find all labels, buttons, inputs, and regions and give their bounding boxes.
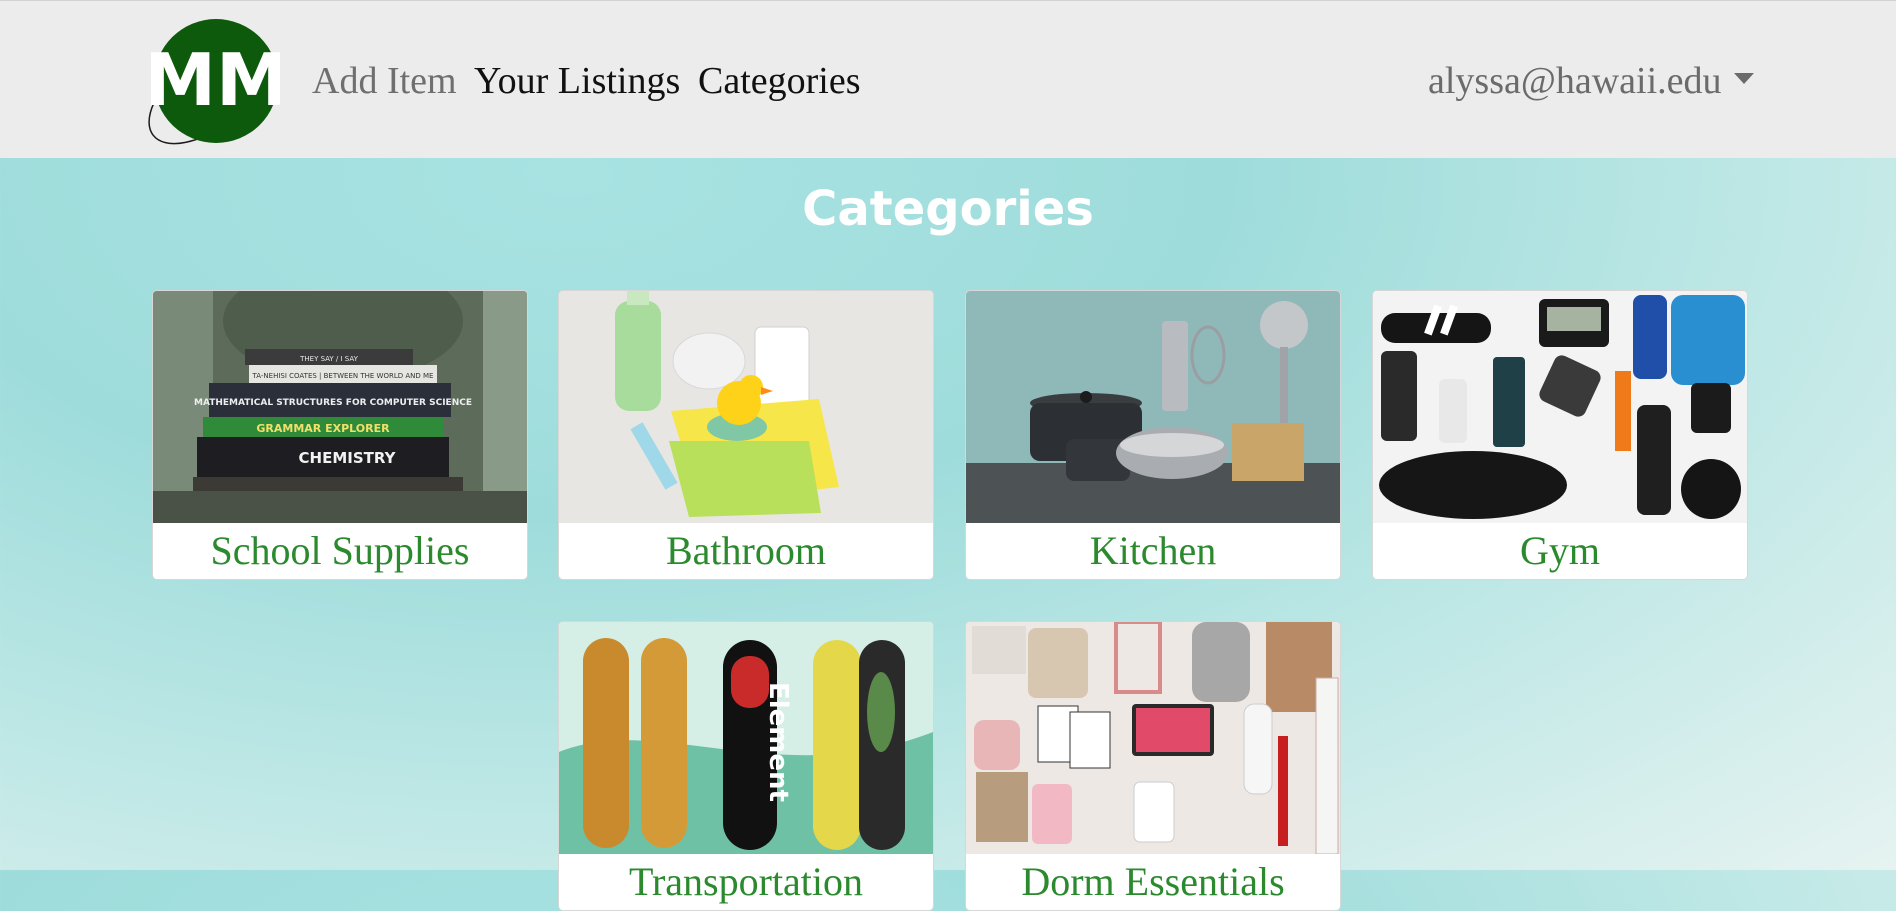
dorm-essentials-image <box>966 622 1340 854</box>
kitchen-image <box>966 291 1340 523</box>
svg-text:GRAMMAR EXPLORER: GRAMMAR EXPLORER <box>256 422 390 435</box>
svg-text:Element: Element <box>763 682 793 802</box>
category-card-bathroom[interactable]: Bathroom <box>558 290 934 580</box>
category-card-kitchen[interactable]: Kitchen <box>965 290 1341 580</box>
user-dropdown[interactable]: alyssa@hawaii.edu <box>1428 57 1754 105</box>
page-title: Categories <box>802 181 1094 237</box>
logo-text: MM <box>144 38 280 122</box>
category-label: Bathroom <box>666 528 826 573</box>
category-label: Kitchen <box>1089 528 1217 573</box>
chevron-down-icon <box>1733 72 1754 84</box>
school-supplies-image: THEY SAY / I SAY TA-NEHISI COATES | BETW… <box>153 291 527 523</box>
gym-image <box>1373 291 1747 523</box>
svg-text:CHEMISTRY: CHEMISTRY <box>299 449 397 467</box>
svg-text:MATHEMATICAL STRUCTURES FOR CO: MATHEMATICAL STRUCTURES FOR COMPUTER SCI… <box>194 398 472 408</box>
user-email: alyssa@hawaii.edu <box>1428 60 1722 102</box>
svg-text:TA-NEHISI COATES | BETWEEN THE: TA-NEHISI COATES | BETWEEN THE WORLD AND… <box>252 372 434 380</box>
navbar: MM Add Item Your Listings Categories aly… <box>0 0 1896 158</box>
bathroom-image <box>559 291 933 523</box>
category-card-gym[interactable]: Gym <box>1372 290 1748 580</box>
transportation-image: Element <box>559 622 933 854</box>
category-card-transportation[interactable]: Element Transportation <box>558 621 934 911</box>
nav-categories[interactable]: Categories <box>698 57 861 105</box>
nav-your-listings[interactable]: Your Listings <box>474 57 680 105</box>
svg-text:THEY SAY / I SAY: THEY SAY / I SAY <box>299 355 358 363</box>
category-label: Transportation <box>628 859 864 904</box>
category-label: Dorm Essentials <box>1021 859 1285 904</box>
category-card-school-supplies[interactable]: THEY SAY / I SAY TA-NEHISI COATES | BETW… <box>152 290 528 580</box>
category-card-dorm-essentials[interactable]: Dorm Essentials <box>965 621 1341 911</box>
nav-add-item[interactable]: Add Item <box>312 57 457 105</box>
category-label: Gym <box>1520 528 1600 573</box>
category-label: School Supplies <box>210 528 470 573</box>
site-logo[interactable]: MM <box>140 15 280 145</box>
